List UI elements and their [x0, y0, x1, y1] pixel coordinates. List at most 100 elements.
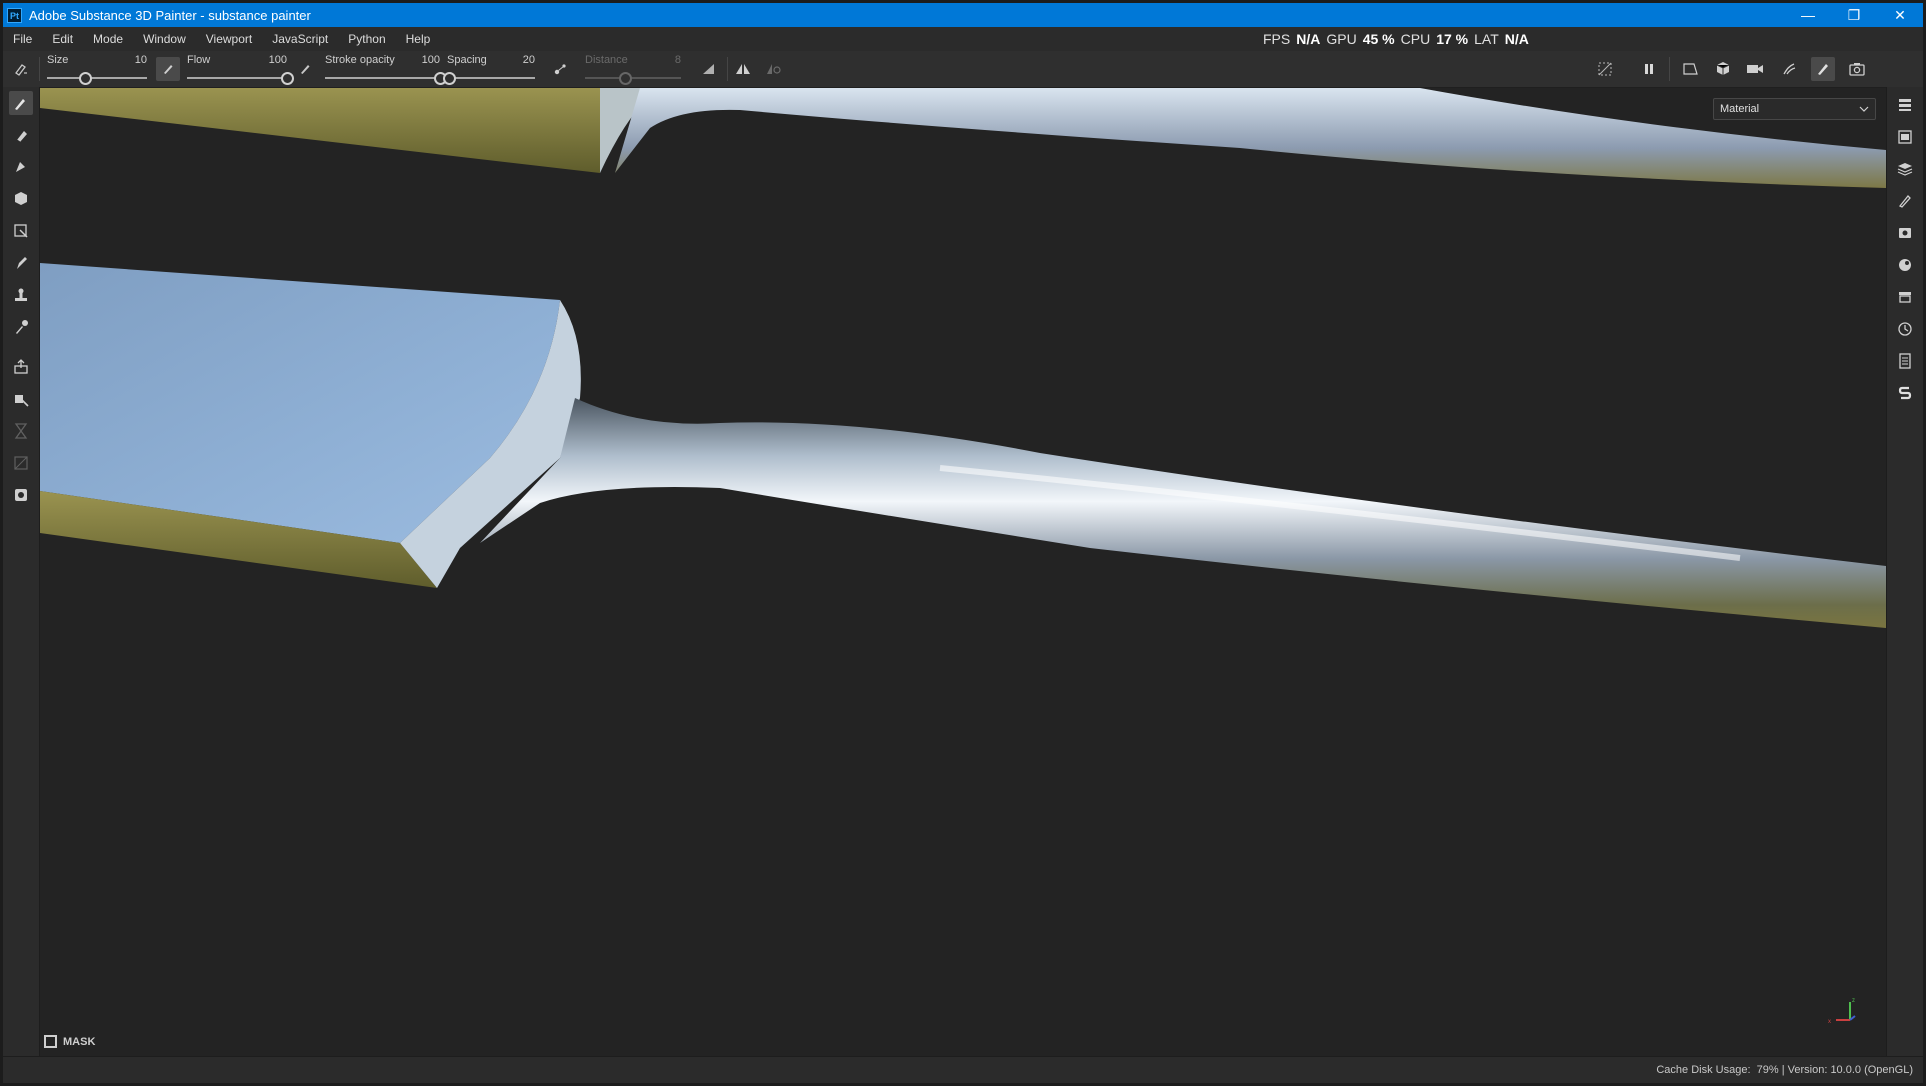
symmetry-icon[interactable]	[731, 57, 755, 81]
lazy-mouse-toggle-icon[interactable]	[549, 57, 573, 81]
size-value: 10	[134, 54, 147, 66]
smudge-tool-icon[interactable]	[9, 251, 33, 275]
flow-label: Flow	[187, 54, 211, 66]
cpu-label: CPU	[1400, 31, 1431, 47]
iray-render-icon[interactable]	[1777, 57, 1801, 81]
spacing-slider[interactable]: Spacing 20	[442, 51, 535, 87]
fps-value: N/A	[1296, 31, 1321, 47]
clone-tool-icon[interactable]	[9, 283, 33, 307]
size-track[interactable]	[47, 77, 147, 79]
tool-options-bar: Size 10 Flow 100 Stroke opacity 100 Spac…	[3, 51, 1923, 88]
stroke-opacity-slider[interactable]: Stroke opacity 100	[325, 51, 447, 87]
lat-label: LAT	[1474, 31, 1499, 47]
x-axis-label: x	[1828, 1019, 1831, 1025]
properties-brush-icon[interactable]	[1893, 189, 1917, 213]
substance-share-icon[interactable]	[1893, 381, 1917, 405]
size-slider[interactable]: Size 10	[47, 51, 147, 87]
gpu-value: 45 %	[1362, 31, 1395, 47]
menu-python[interactable]: Python	[338, 27, 395, 51]
display-mode-cube-icon[interactable]	[1711, 57, 1735, 81]
texture-set-settings-icon[interactable]	[1893, 285, 1917, 309]
log-document-icon[interactable]	[1893, 349, 1917, 373]
layers-icon[interactable]	[1893, 157, 1917, 181]
left-toolbar	[3, 87, 40, 1057]
stroke-opacity-track[interactable]	[325, 77, 440, 79]
paint-brush-tool-icon[interactable]	[9, 91, 33, 115]
material-picker-icon[interactable]	[9, 387, 33, 411]
right-panel-bar	[1886, 87, 1923, 1057]
bake-export-icon[interactable]	[9, 355, 33, 379]
color-picker-tool-icon[interactable]	[9, 315, 33, 339]
lazy-mouse-icon[interactable]	[9, 57, 33, 81]
menu-file[interactable]: File	[3, 27, 42, 51]
opacity-pressure-icon[interactable]	[293, 57, 317, 81]
z-axis-label: z	[1852, 998, 1855, 1004]
alignment-icon[interactable]	[697, 57, 721, 81]
status-separator: |	[1781, 1064, 1785, 1076]
pause-icon[interactable]	[1637, 57, 1661, 81]
measure-tool-icon[interactable]	[9, 483, 33, 507]
screenshot-camera-icon[interactable]	[1845, 57, 1869, 81]
paint-mode-brush-icon[interactable]	[1811, 57, 1835, 81]
lat-value: N/A	[1504, 31, 1529, 47]
knife-model-render[interactable]	[40, 88, 1886, 1056]
menu-window[interactable]: Window	[133, 27, 196, 51]
upper-knife-handle	[615, 88, 1886, 188]
cpu-value: 17 %	[1436, 31, 1469, 47]
version-text: Version: 10.0.0 (OpenGL)	[1787, 1064, 1913, 1076]
toolbar-divider	[727, 57, 728, 81]
app-logo-icon: Pt	[7, 7, 22, 23]
viewport-mode-select[interactable]: Material	[1713, 98, 1876, 120]
flow-track[interactable]	[187, 77, 287, 79]
size-handle[interactable]	[79, 72, 92, 85]
distance-value: 8	[674, 54, 681, 66]
shader-settings-icon[interactable]	[1893, 253, 1917, 277]
symmetry-settings-icon[interactable]	[761, 57, 785, 81]
stroke-opacity-value: 100	[421, 54, 440, 66]
distance-slider: Distance 8	[585, 51, 681, 87]
cache-label: Cache Disk Usage:	[1656, 1064, 1751, 1076]
spacing-handle[interactable]	[442, 72, 456, 85]
status-bar: Cache Disk Usage: 79% | Version: 10.0.0 …	[3, 1056, 1923, 1083]
performance-readout: FPS N/A GPU 45 % CPU 17 % LAT N/A	[1263, 27, 1535, 51]
toolbar-divider	[39, 57, 40, 81]
window-title: Adobe Substance 3D Painter - substance p…	[29, 7, 311, 23]
toolbar-divider	[1669, 57, 1670, 81]
size-label: Size	[47, 54, 69, 66]
assets-panel-icon[interactable]	[1893, 93, 1917, 117]
menu-viewport[interactable]: Viewport	[196, 27, 262, 51]
hide-hud-icon[interactable]	[1593, 57, 1617, 81]
texture-set-list-icon[interactable]	[1893, 125, 1917, 149]
flow-value: 100	[268, 54, 287, 66]
eraser-tool-icon[interactable]	[9, 123, 33, 147]
distance-handle	[619, 72, 633, 85]
selection-tool-icon[interactable]	[9, 219, 33, 243]
distance-label: Distance	[585, 54, 628, 66]
flow-pressure-icon[interactable]	[156, 57, 180, 81]
polygon-fill-tool-icon[interactable]	[9, 187, 33, 211]
menu-help[interactable]: Help	[396, 27, 441, 51]
restore-button[interactable]: ❐	[1831, 3, 1877, 27]
display-settings-icon[interactable]	[1893, 221, 1917, 245]
camera-video-icon[interactable]	[1743, 57, 1767, 81]
gpu-label: GPU	[1326, 31, 1357, 47]
stroke-opacity-label: Stroke opacity	[325, 54, 395, 66]
projection-tool-icon[interactable]	[9, 155, 33, 179]
menu-mode[interactable]: Mode	[83, 27, 133, 51]
viewport-mode-value: Material	[1720, 103, 1760, 115]
2d-3d-view-icon[interactable]	[1679, 57, 1703, 81]
menu-bar: File Edit Mode Window Viewport JavaScrip…	[3, 27, 1923, 51]
minimize-button[interactable]: —	[1785, 3, 1831, 27]
menu-javascript[interactable]: JavaScript	[262, 27, 338, 51]
spacing-value: 20	[522, 54, 535, 66]
history-clock-icon[interactable]	[1893, 317, 1917, 341]
flow-slider[interactable]: Flow 100	[187, 51, 294, 87]
3d-viewport[interactable]: Material MASK x z	[40, 88, 1886, 1056]
fps-label: FPS	[1263, 31, 1291, 47]
mask-checkbox-icon[interactable]	[44, 1035, 57, 1048]
mask-toggle[interactable]: MASK	[44, 1035, 95, 1048]
spacing-track[interactable]	[447, 77, 535, 79]
menu-edit[interactable]: Edit	[42, 27, 83, 51]
window-controls: — ❐ ✕	[1785, 3, 1923, 27]
close-button[interactable]: ✕	[1877, 3, 1923, 27]
